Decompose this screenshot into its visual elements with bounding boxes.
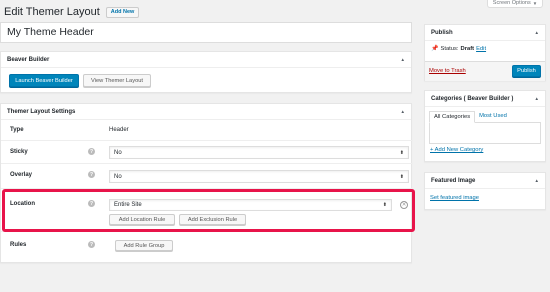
select-arrows-icon: ⬍ xyxy=(399,173,404,180)
collapse-toggle-icon[interactable]: ▲ xyxy=(535,178,539,183)
publish-box: Publish ▲ 📌 Status: Draft Edit Move to T… xyxy=(424,24,546,81)
move-to-trash-link[interactable]: Move to Trash xyxy=(429,68,466,74)
post-status: 📌 Status: Draft Edit xyxy=(431,45,486,53)
tab-most-used[interactable]: Most Used xyxy=(475,111,511,123)
screen-options-label: Screen Options xyxy=(492,0,531,6)
sticky-select-value: No xyxy=(114,149,122,156)
help-icon[interactable]: ? xyxy=(88,148,95,155)
featured-image-box: Featured Image ▲ Set featured image xyxy=(424,172,546,210)
add-new-category-link[interactable]: + Add New Category xyxy=(430,147,483,153)
category-list xyxy=(429,122,541,144)
page-title: Edit Themer Layout xyxy=(4,6,100,18)
sticky-label: Sticky xyxy=(10,149,28,155)
settings-header: Themer Layout Settings ▲ xyxy=(1,104,411,120)
overlay-row: Overlay ? No ⬍ xyxy=(1,164,413,189)
status-label: Status: xyxy=(440,45,459,52)
edit-status-link[interactable]: Edit xyxy=(476,46,486,52)
screen-options-button[interactable]: Screen Options ▼ xyxy=(487,0,543,8)
beaver-builder-header: Beaver Builder ▲ xyxy=(1,52,411,68)
featured-image-header: Featured Image ▲ xyxy=(425,173,545,189)
beaver-builder-heading: Beaver Builder xyxy=(7,56,50,63)
type-label: Type xyxy=(10,127,24,133)
set-featured-image-link[interactable]: Set featured image xyxy=(430,195,479,201)
page-header: Edit Themer Layout Add New xyxy=(4,6,140,18)
categories-header: Categories ( Beaver Builder ) ▲ xyxy=(425,91,545,107)
rules-row: Rules ? Add Rule Group xyxy=(1,232,413,262)
collapse-toggle-icon[interactable]: ▲ xyxy=(535,30,539,35)
help-icon[interactable]: ? xyxy=(88,241,95,248)
type-value: Header xyxy=(109,127,129,133)
collapse-toggle-icon[interactable]: ▲ xyxy=(535,96,539,101)
publish-heading: Publish xyxy=(431,29,453,36)
location-highlight-box xyxy=(2,189,415,232)
overlay-select-value: No xyxy=(114,173,122,180)
collapse-toggle-icon[interactable]: ▲ xyxy=(401,109,405,114)
publish-actions: Move to Trash Publish xyxy=(425,61,545,81)
status-value: Draft xyxy=(460,45,475,52)
tab-all-categories[interactable]: All Categories xyxy=(429,111,476,123)
beaver-builder-box: Beaver Builder ▲ Launch Beaver Builder V… xyxy=(0,51,412,93)
type-row: Type Header xyxy=(1,120,413,141)
overlay-select[interactable]: No ⬍ xyxy=(109,170,409,183)
collapse-toggle-icon[interactable]: ▲ xyxy=(401,57,405,62)
add-rule-group-button[interactable]: Add Rule Group xyxy=(115,240,173,251)
featured-image-heading: Featured Image xyxy=(431,177,476,184)
select-arrows-icon: ⬍ xyxy=(399,149,404,156)
caret-down-icon: ▼ xyxy=(532,0,538,6)
categories-heading: Categories ( Beaver Builder ) xyxy=(431,95,514,102)
help-icon[interactable]: ? xyxy=(88,171,95,178)
pin-icon: 📌 xyxy=(431,46,439,52)
settings-heading: Themer Layout Settings xyxy=(7,108,76,115)
themer-layout-settings-box: Themer Layout Settings ▲ Type Header Sti… xyxy=(0,103,413,263)
rules-label: Rules xyxy=(10,242,27,248)
add-new-button[interactable]: Add New xyxy=(105,6,140,18)
view-themer-layout-button[interactable]: View Themer Layout xyxy=(83,74,151,87)
publish-header: Publish ▲ xyxy=(425,25,545,41)
launch-beaver-builder-button[interactable]: Launch Beaver Builder xyxy=(9,74,79,87)
publish-button[interactable]: Publish xyxy=(512,65,541,77)
overlay-label: Overlay xyxy=(10,172,33,178)
sticky-select[interactable]: No ⬍ xyxy=(109,146,409,159)
categories-box: Categories ( Beaver Builder ) ▲ All Cate… xyxy=(424,90,546,162)
sticky-row: Sticky ? No ⬍ xyxy=(1,141,413,164)
post-title-input[interactable]: My Theme Header xyxy=(0,22,412,43)
